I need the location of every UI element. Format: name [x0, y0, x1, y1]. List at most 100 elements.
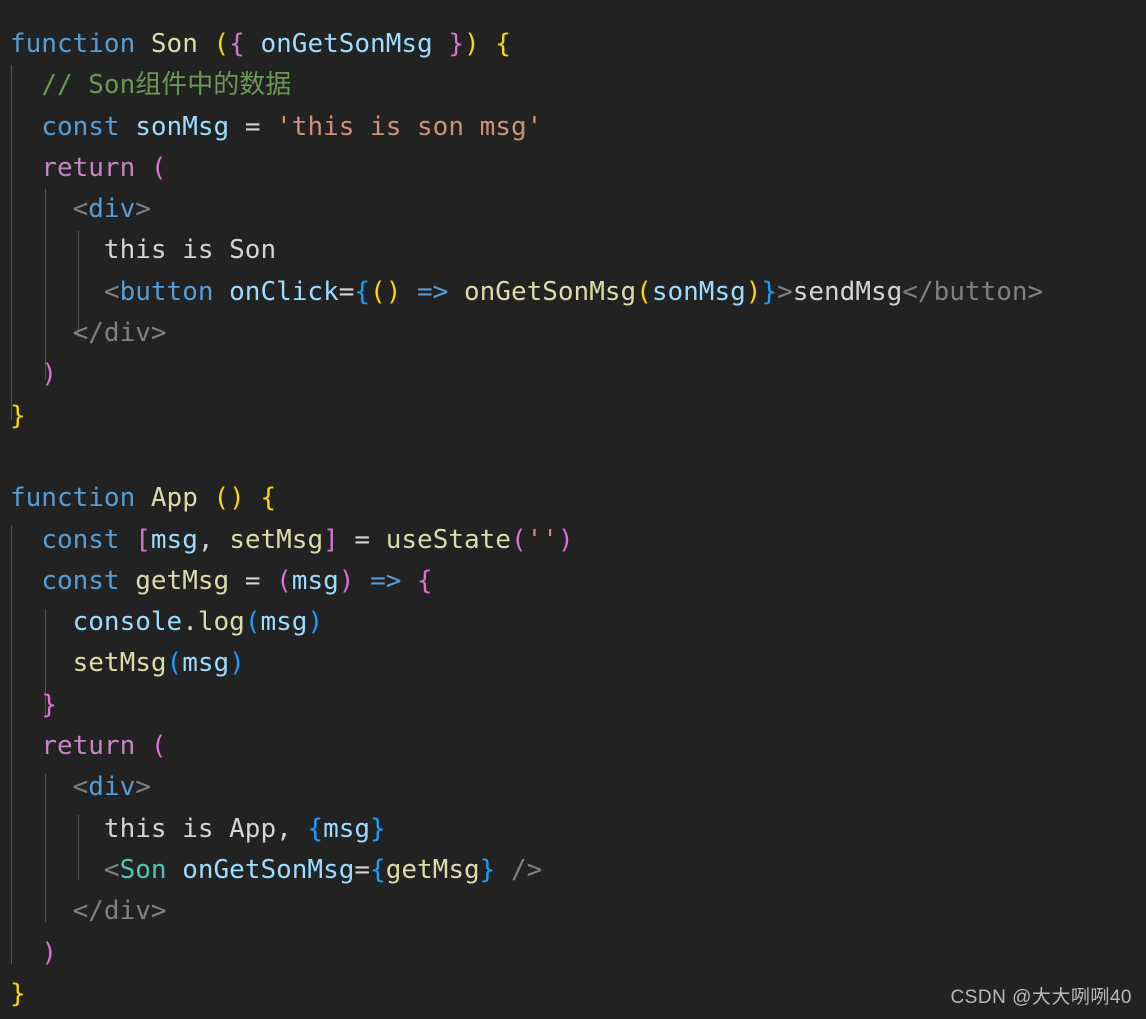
operator-equals: =	[354, 524, 371, 555]
code-line-5: <div>	[10, 189, 1146, 230]
paren-close: )	[229, 648, 245, 679]
string-empty: ''	[526, 524, 558, 555]
string-son-msg: 'this is son msg'	[276, 111, 543, 142]
return-paren-close: )	[41, 937, 57, 968]
self-closing-bracket: />	[510, 854, 543, 885]
tag-close-bracket: >	[135, 772, 151, 803]
return-paren-open: (	[150, 731, 167, 762]
csdn-watermark: CSDN @大大咧咧40	[950, 987, 1132, 1008]
code-line-3: const sonMsg = 'this is son msg'	[10, 107, 1146, 148]
return-paren-close: )	[41, 359, 57, 390]
paren-open: (	[213, 29, 230, 59]
code-line-12: function App () {	[10, 478, 1146, 519]
call-arg-sonmsg: sonMsg	[651, 276, 746, 307]
arrow-operator: =>	[370, 565, 402, 596]
tag-open-bracket: <	[103, 854, 120, 885]
jsx-expr-brace-close: }	[479, 854, 496, 885]
component-name-son: Son	[119, 854, 167, 885]
tag-open-bracket: <	[72, 194, 89, 225]
param-paren-open: (	[276, 565, 292, 596]
arg-msg: msg	[182, 648, 230, 679]
keyword-function: function	[10, 29, 136, 59]
jsx-expr-brace-open: {	[307, 813, 324, 844]
body-brace-close: }	[10, 978, 26, 1009]
method-log: log	[197, 607, 245, 638]
state-setter-setmsg: setMsg	[229, 524, 324, 555]
arrow-params: ()	[370, 276, 402, 307]
paren-open: (	[166, 648, 183, 679]
jsx-expr-brace-open: {	[370, 854, 386, 885]
paren-close: )	[463, 29, 480, 59]
function-name-son: Son	[150, 29, 198, 59]
tag-close-bracket: >	[777, 276, 793, 307]
comment-son-data: // Son组件中的数据	[41, 70, 292, 101]
code-editor-view: function Son ({ onGetSonMsg }) { // Son组…	[0, 0, 1146, 1019]
body-brace-open: {	[417, 565, 433, 596]
operator-equals: =	[338, 276, 355, 307]
destructure-bracket-open: [	[135, 524, 151, 555]
code-line-23: )	[10, 933, 1146, 974]
jsx-text-this-is-son: this is Son	[103, 235, 277, 266]
brace-open: {	[229, 29, 245, 59]
jsx-text-sendmsg: sendMsg	[792, 276, 903, 307]
closing-tag-button: </button>	[902, 276, 1044, 307]
call-ongetsonmsg: onGetSonMsg	[463, 276, 637, 307]
body-brace-open: {	[260, 483, 277, 514]
paren-open: (	[244, 607, 261, 638]
code-line-16: setMsg(msg)	[10, 643, 1146, 684]
call-paren-open: (	[636, 276, 652, 307]
code-line-14: const getMsg = (msg) => {	[10, 561, 1146, 602]
arg-msg: msg	[260, 607, 308, 638]
code-line-10: }	[10, 396, 1146, 437]
function-name-app: App	[150, 483, 198, 514]
code-line-18: return (	[10, 726, 1146, 767]
paren-close: )	[557, 524, 574, 555]
object-console: console	[72, 607, 183, 638]
paren-close: )	[307, 607, 324, 638]
operator-equals: =	[354, 854, 371, 885]
body-brace-close: }	[10, 400, 26, 431]
code-line-8: </div>	[10, 313, 1146, 354]
operator-equals: =	[244, 565, 261, 596]
tag-name-div: div	[88, 194, 136, 225]
empty-parens: ()	[213, 483, 245, 514]
jsx-expr-msg: msg	[323, 813, 371, 844]
code-line-11-blank	[10, 437, 1146, 478]
destructure-bracket-close: ]	[323, 524, 339, 555]
hook-usestate: useState	[385, 524, 511, 555]
variable-sonmsg: sonMsg	[135, 111, 230, 142]
code-line-21: <Son onGetSonMsg={getMsg} />	[10, 850, 1146, 891]
jsx-expr-brace-close: }	[370, 813, 386, 844]
keyword-const: const	[41, 565, 120, 596]
attr-onclick: onClick	[229, 276, 339, 307]
tag-name-div: div	[88, 772, 136, 803]
attr-ongetsonmsg: onGetSonMsg	[182, 854, 355, 885]
code-line-13: const [msg, setMsg] = useState('')	[10, 520, 1146, 561]
attr-value-getmsg: getMsg	[385, 854, 480, 885]
jsx-expr-brace-open: {	[354, 276, 371, 307]
prop-ongetsonmsg: onGetSonMsg	[260, 29, 433, 59]
dot-operator: .	[182, 607, 198, 638]
code-line-2: // Son组件中的数据	[10, 65, 1146, 106]
comma: ,	[197, 524, 214, 555]
body-brace-open: {	[495, 29, 511, 59]
code-line-17: }	[10, 685, 1146, 726]
code-line-19: <div>	[10, 767, 1146, 808]
state-var-msg: msg	[150, 524, 198, 555]
jsx-text-this-is-app: this is App,	[103, 813, 308, 844]
keyword-return: return	[41, 731, 136, 762]
keyword-return: return	[41, 152, 136, 183]
brace-close: }	[448, 29, 464, 59]
param-msg: msg	[291, 565, 339, 596]
code-content: function Son ({ onGetSonMsg }) { // Son组…	[0, 0, 1146, 1015]
code-line-9: )	[10, 354, 1146, 395]
code-line-7: <button onClick={() => onGetSonMsg(sonMs…	[10, 272, 1146, 313]
closing-tag-div: </div>	[72, 896, 167, 927]
arrow-operator: =>	[417, 276, 449, 307]
jsx-expr-brace-close: }	[761, 276, 778, 307]
keyword-function: function	[10, 483, 136, 514]
paren-open: (	[510, 524, 527, 555]
code-line-22: </div>	[10, 891, 1146, 932]
closing-tag-div: </div>	[72, 318, 167, 349]
code-line-6: this is Son	[10, 230, 1146, 271]
